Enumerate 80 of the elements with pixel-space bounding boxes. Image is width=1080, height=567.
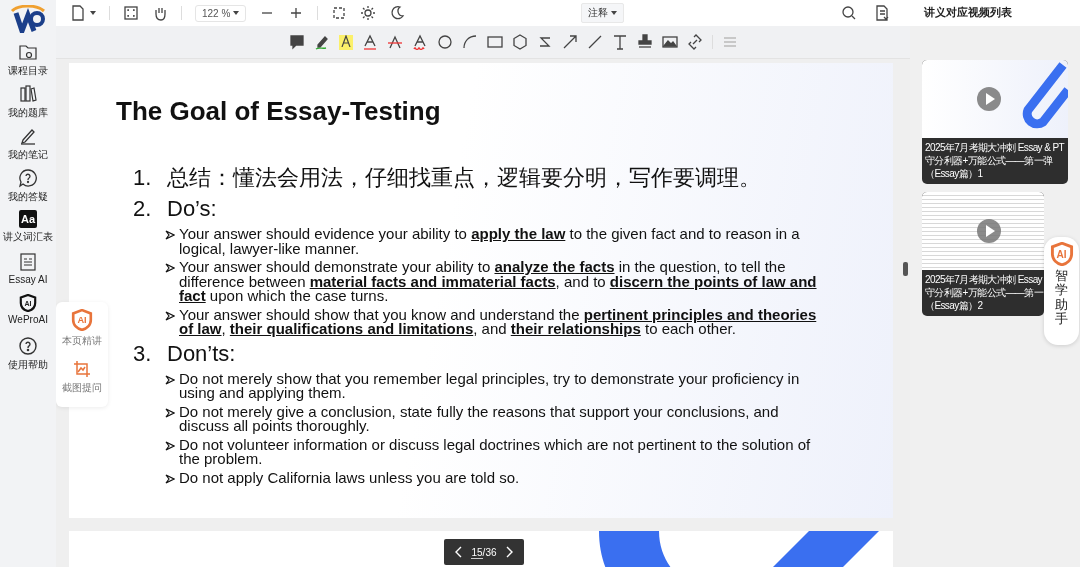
- section-heading: Do’s:: [167, 196, 217, 222]
- bullet-text: Do not volunteer information or discuss legal doctrines which are not pertinent to the solution of the problem.: [179, 437, 812, 467]
- list-number: 2.: [133, 196, 153, 222]
- sidebar-item[interactable]: 我的题库: [8, 84, 48, 120]
- circle-icon[interactable]: [436, 34, 453, 50]
- scrollbar-thumb[interactable]: [903, 262, 908, 276]
- video-card[interactable]: 2025年7月考期大冲刺 Essay 守分利器+万能公式——第一 （Essay篇）2: [922, 192, 1044, 316]
- stamp-icon[interactable]: [636, 34, 653, 50]
- video-title: 2025年7月考期大冲刺 Essay & PT 守分利器+万能公式——第一弹 （Essay篇）1: [924, 141, 1066, 181]
- hand-icon[interactable]: [152, 5, 168, 21]
- sidebar-item[interactable]: 我的答疑: [8, 168, 48, 204]
- bullet-text: Your answer should demonstrate your ability to analyze the facts in the question, to tell the difference between material facts and immaterial facts, and to discern the points of law and fact upon which the case turns.: [179, 260, 818, 304]
- arrow-icon[interactable]: [561, 34, 578, 50]
- bullet-arrow-icon: [165, 473, 175, 484]
- page-tool-item[interactable]: 截图提问: [56, 360, 108, 395]
- video-title: 2025年7月考期大冲刺 Essay 守分利器+万能公式——第一 （Essay篇）2: [924, 273, 1044, 313]
- next-page-icon[interactable]: [504, 546, 513, 558]
- document-download-icon[interactable]: [874, 5, 890, 21]
- assistant-button[interactable]: AI 智学助手: [1044, 237, 1079, 345]
- ai-shield-icon: AI: [71, 309, 93, 331]
- books-icon: [18, 84, 38, 104]
- bullet-arrow-icon: [165, 310, 175, 321]
- arc-icon[interactable]: [461, 34, 478, 50]
- bullet-text: Do not merely show that you remember legal principles, try to demonstrate your proficiency in using and applying them.: [179, 371, 801, 401]
- video-thumbnail[interactable]: [922, 60, 1068, 138]
- page-tool-item[interactable]: AI 本页精讲: [56, 309, 108, 348]
- bullet-arrow-icon: [165, 374, 175, 385]
- sidebar-item[interactable]: Essay AI: [8, 252, 48, 288]
- bullet-arrow-icon: [165, 263, 175, 273]
- highlight-text-icon[interactable]: [338, 34, 353, 50]
- folder-icon: [18, 42, 38, 62]
- annotation-dropdown[interactable]: 注释: [581, 3, 624, 23]
- app-logo: [8, 5, 48, 33]
- section-heading: Don’ts:: [167, 340, 236, 367]
- ai-shield-icon: AI: [1049, 242, 1074, 266]
- image-icon[interactable]: [661, 34, 678, 50]
- hexagon-icon[interactable]: [511, 34, 528, 50]
- bullet-arrow-icon: [165, 440, 175, 451]
- file-icon[interactable]: [70, 5, 86, 21]
- strikethrough-text-icon[interactable]: [386, 34, 403, 50]
- play-icon[interactable]: [977, 219, 1001, 243]
- brightness-icon[interactable]: [360, 5, 377, 21]
- zoom-dropdown[interactable]: 122 %: [195, 4, 247, 22]
- crop-image-icon: [73, 360, 91, 378]
- dictionary-icon: Aa: [19, 210, 37, 228]
- list-number: 1.: [133, 165, 153, 191]
- slide-title: The Goal of Essay-Testing: [116, 96, 442, 127]
- bullet-text: Your answer should show that you know and understand the pertinent principles and theories of law, their qualifications and limitations, and their relationships to each other.: [179, 307, 818, 337]
- fit-screen-icon[interactable]: [123, 5, 139, 21]
- moon-icon[interactable]: [389, 5, 406, 21]
- previous-page-icon[interactable]: [455, 546, 464, 558]
- search-icon[interactable]: [841, 5, 857, 21]
- document-icon: [18, 252, 38, 272]
- text-tool-icon[interactable]: [611, 34, 628, 50]
- squiggly-text-icon[interactable]: [411, 34, 428, 50]
- sidebar-item[interactable]: 使用帮助: [8, 336, 48, 372]
- question-bubble-icon: [18, 168, 38, 188]
- page-number-field[interactable]: 15: [471, 546, 483, 559]
- pen-icon[interactable]: [313, 34, 330, 50]
- bullet-text: Do not merely give a conclusion, state fully the reasons that support your conclusions, and discuss all points thoroughly.: [179, 404, 780, 434]
- rectangle-icon[interactable]: [486, 34, 503, 50]
- sidebar-item[interactable]: Aa 讲义词汇表: [3, 210, 53, 246]
- video-thumbnail[interactable]: [922, 192, 1044, 270]
- bullet-arrow-icon: [165, 230, 175, 240]
- sidebar-item[interactable]: 我的笔记: [8, 126, 48, 162]
- video-card[interactable]: 2025年7月考期大冲刺 Essay & PT 守分利器+万能公式——第一弹 （Essay篇）1: [922, 60, 1068, 184]
- sidebar-item[interactable]: 课程目录: [8, 42, 48, 78]
- panel-title: 讲义对应视频列表: [924, 6, 1012, 20]
- play-icon[interactable]: [977, 87, 1001, 111]
- bullet-text: Your answer should evidence your ability to apply the law to the given fact and to reason in a logical, lawyer-like manner.: [179, 227, 801, 256]
- help-icon: [18, 336, 38, 356]
- section-heading: 总结：懂法会用法，仔细找重点，逻辑要分明，写作要调理。: [167, 165, 761, 191]
- bullet-text: Do not apply California laws unless you are told so.: [179, 470, 521, 485]
- page-total: /36: [482, 546, 497, 558]
- select-frame-icon[interactable]: [331, 5, 348, 21]
- underline-text-icon[interactable]: [361, 34, 378, 50]
- comment-icon[interactable]: [288, 34, 305, 50]
- bullet-arrow-icon: [165, 407, 175, 418]
- list-number: 3.: [133, 340, 153, 367]
- line-icon[interactable]: [586, 34, 603, 50]
